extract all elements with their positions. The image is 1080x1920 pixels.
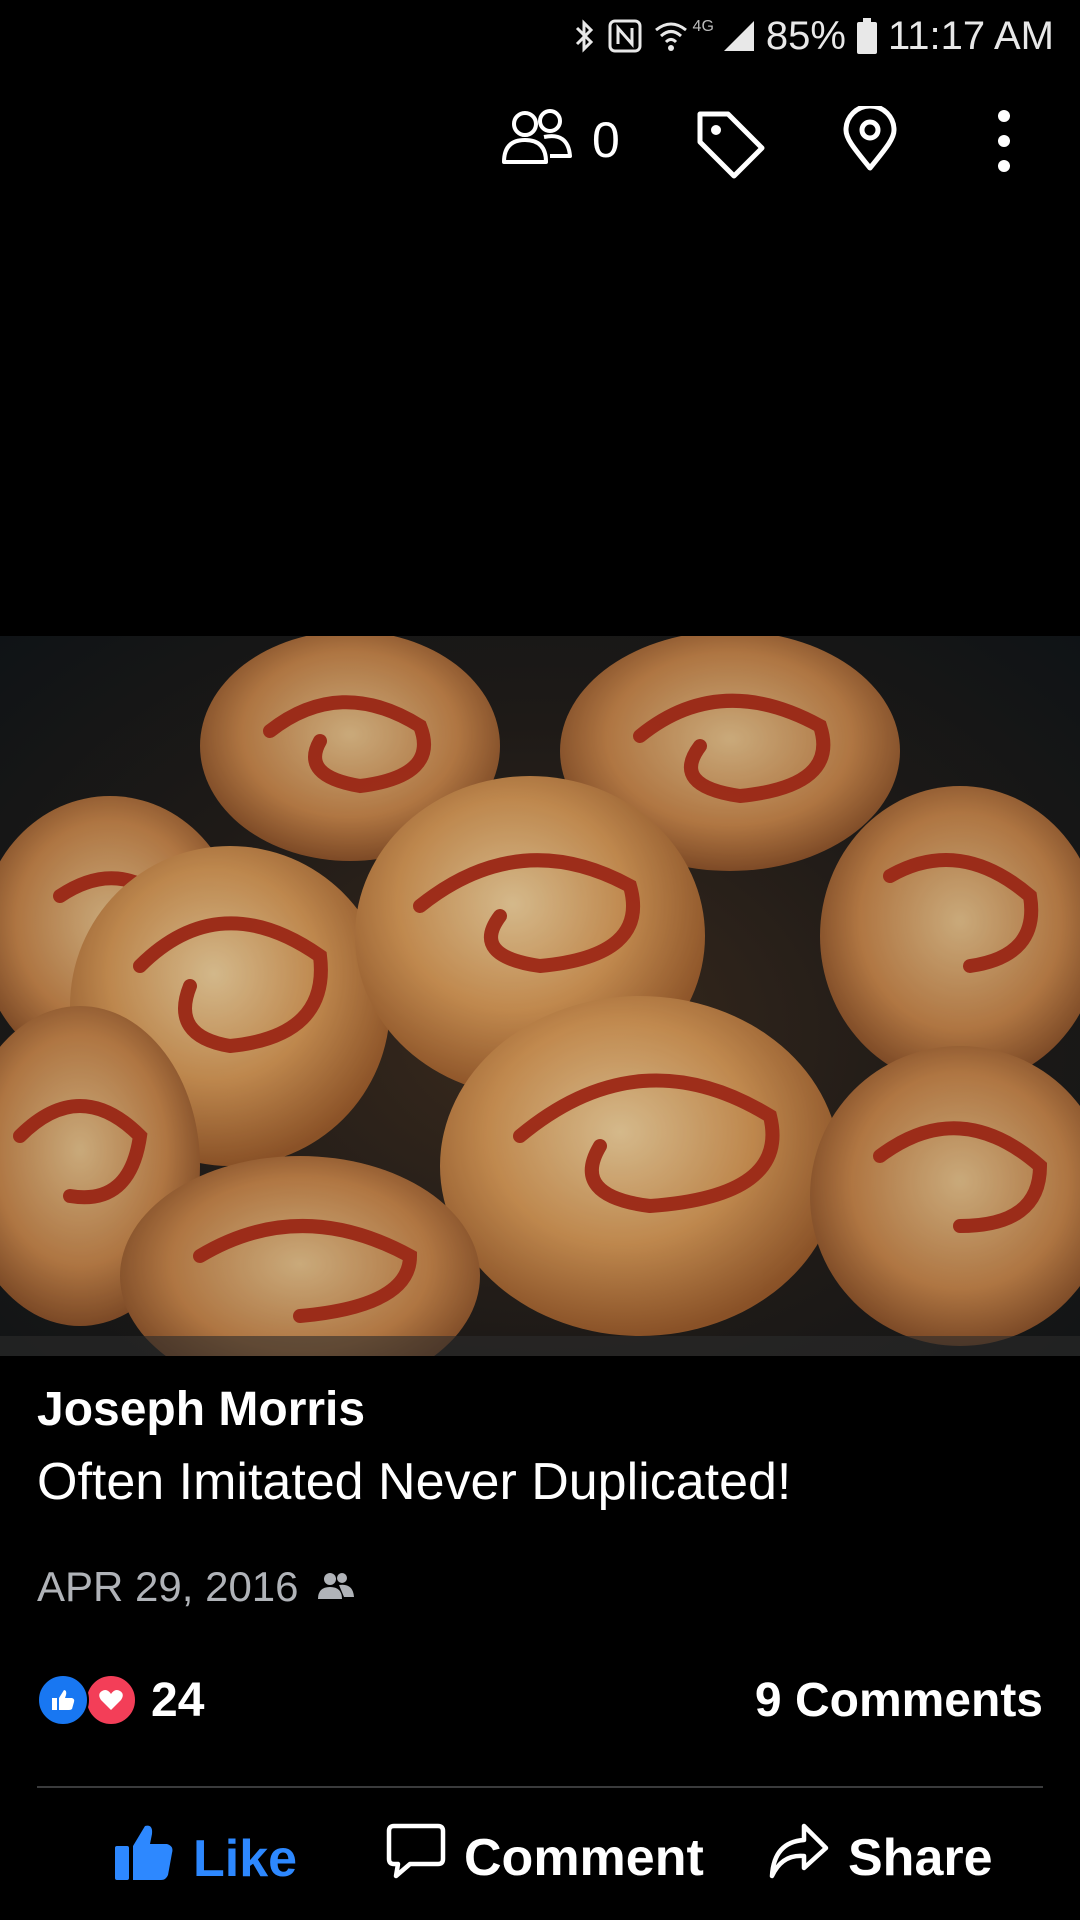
people-icon <box>500 106 574 173</box>
bluetooth-icon <box>573 18 597 54</box>
post-author[interactable]: Joseph Morris <box>37 1382 1043 1437</box>
signal-icon <box>722 19 756 53</box>
reactions-button[interactable]: 24 <box>37 1673 204 1728</box>
status-bar: 4G 85% 11:17 AM <box>0 0 1080 72</box>
love-reaction-icon <box>85 1674 137 1726</box>
comment-button[interactable]: Comment <box>386 1822 704 1893</box>
post-photo[interactable] <box>0 636 1080 1356</box>
comment-icon <box>386 1822 446 1893</box>
like-reaction-icon <box>37 1674 89 1726</box>
reactions-summary: 24 9 Comments <box>37 1670 1043 1730</box>
more-options-button[interactable] <box>990 106 1018 181</box>
clock: 11:17 AM <box>887 13 1054 58</box>
tag-button[interactable] <box>692 106 768 187</box>
food-photo <box>0 636 1080 1356</box>
tag-icon <box>692 106 768 187</box>
nfc-icon <box>607 18 643 54</box>
action-bar: Like Comment Share <box>0 1810 1080 1900</box>
tagged-people-count: 0 <box>592 111 620 168</box>
post-date[interactable]: APR 29, 2016 <box>37 1563 299 1611</box>
share-button[interactable]: Share <box>768 1822 993 1893</box>
like-label: Like <box>193 1829 298 1888</box>
divider <box>37 1786 1043 1788</box>
comments-count-link[interactable]: 9 Comments <box>755 1673 1043 1728</box>
share-label: Share <box>848 1828 993 1887</box>
thumbs-up-icon <box>113 1822 175 1895</box>
post-meta: APR 29, 2016 <box>37 1563 1043 1611</box>
tagged-people-button[interactable]: 0 <box>500 106 620 173</box>
photo-toolbar: 0 <box>0 96 1080 196</box>
friends-icon <box>317 1563 355 1611</box>
comment-label: Comment <box>464 1828 704 1887</box>
wifi-icon <box>653 18 689 54</box>
reaction-count: 24 <box>151 1673 205 1727</box>
network-type-label: 4G <box>692 18 714 35</box>
battery-icon <box>856 17 878 55</box>
share-icon <box>768 1822 830 1893</box>
location-icon <box>842 103 898 177</box>
like-button[interactable]: Like <box>113 1822 297 1895</box>
post-text: Often Imitated Never Duplicated! <box>37 1453 792 1511</box>
more-icon <box>990 106 1018 181</box>
battery-percent: 85% <box>765 13 846 58</box>
location-button[interactable] <box>842 103 898 177</box>
